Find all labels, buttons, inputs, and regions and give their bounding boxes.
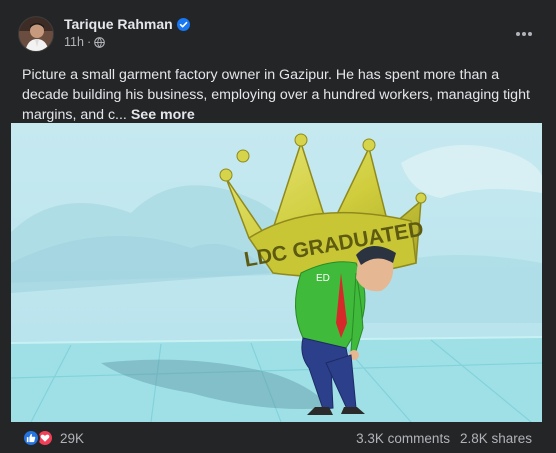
shirt-label: ED [316,273,330,284]
post-body-text: Picture a small garment factory owner in… [22,67,530,123]
shares-count-link[interactable]: 2.8K shares [460,431,532,446]
author-block: Tarique Rahman 11h · [64,16,190,49]
reaction-count: 29K [60,430,85,446]
author-name[interactable]: Tarique Rahman [64,16,173,32]
post-header: Tarique Rahman 11h · [12,10,544,58]
avatar-image [19,17,53,51]
post-image[interactable]: LDC GRADUATED ED [11,123,542,422]
comments-count-link[interactable]: 3.3K comments [356,431,450,446]
post-time[interactable]: 11h [64,35,84,49]
post-footer: 29K 3.3K comments 2.8K shares [0,424,556,453]
author-avatar[interactable] [18,16,54,52]
post-text: Picture a small garment factory owner in… [22,65,542,125]
engagement-stats: 3.3K comments 2.8K shares [356,431,532,446]
reaction-icons [22,429,54,447]
see-more-link[interactable]: See more [131,107,195,123]
more-options-icon[interactable] [510,20,538,48]
reactions-summary[interactable]: 29K [22,429,84,447]
globe-icon [94,36,105,48]
cartoon-illustration: LDC GRADUATED ED [11,123,542,422]
facebook-post: Tarique Rahman 11h · Picture a small gar… [0,0,556,453]
meta-separator: · [86,35,92,49]
like-reaction-icon [22,429,40,447]
verified-badge-icon [176,17,190,31]
